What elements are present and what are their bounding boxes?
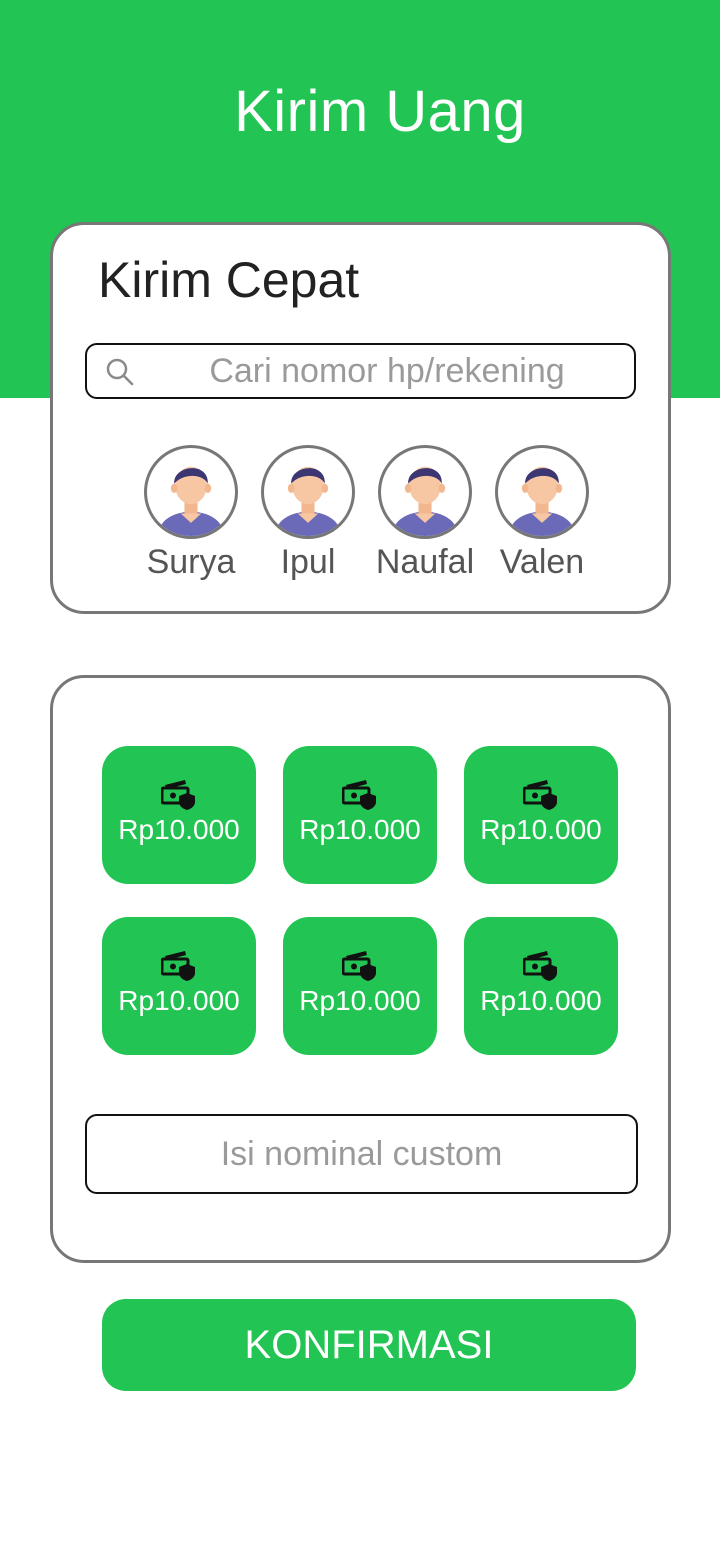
contact-valen[interactable]: Valen <box>482 445 602 582</box>
search-icon <box>106 358 134 386</box>
search-box[interactable] <box>85 343 636 399</box>
contact-name: Ipul <box>280 543 336 581</box>
amount-label: Rp10.000 <box>480 814 602 845</box>
avatar-icon <box>495 445 589 539</box>
contact-surya[interactable]: Surya <box>131 445 251 582</box>
custom-amount-input[interactable] <box>87 1116 636 1192</box>
money-shield-icon <box>161 780 195 810</box>
quick-send-title: Kirim Cepat <box>98 252 360 308</box>
amount-card: Rp10.000 Rp10.000 Rp10.000 Rp10.000 Rp10… <box>50 675 671 1263</box>
amount-option-button[interactable]: Rp10.000 <box>464 917 618 1055</box>
custom-amount-box[interactable] <box>85 1114 638 1194</box>
money-shield-icon <box>161 951 195 981</box>
amount-label: Rp10.000 <box>299 985 421 1016</box>
money-shield-icon <box>342 780 376 810</box>
amount-option-button[interactable]: Rp10.000 <box>283 917 437 1055</box>
money-shield-icon <box>523 951 557 981</box>
amount-label: Rp10.000 <box>118 814 240 845</box>
money-shield-icon <box>523 780 557 810</box>
avatar-icon <box>378 445 472 539</box>
confirm-button[interactable]: KONFIRMASI <box>102 1299 636 1391</box>
page-title: Kirim Uang <box>234 79 526 144</box>
contact-name: Naufal <box>375 543 475 581</box>
amount-option-button[interactable]: Rp10.000 <box>102 746 256 884</box>
amount-label: Rp10.000 <box>118 985 240 1016</box>
contact-name: Surya <box>146 543 236 581</box>
amount-label: Rp10.000 <box>299 814 421 845</box>
amount-label: Rp10.000 <box>480 985 602 1016</box>
amount-option-button[interactable]: Rp10.000 <box>283 746 437 884</box>
avatar-icon <box>261 445 355 539</box>
amount-option-button[interactable]: Rp10.000 <box>464 746 618 884</box>
avatar-icon <box>144 445 238 539</box>
amount-option-button[interactable]: Rp10.000 <box>102 917 256 1055</box>
contact-name: Valen <box>499 543 585 581</box>
quick-send-card: Kirim Cepat Surya <box>50 222 671 614</box>
contact-ipul[interactable]: Ipul <box>248 445 368 582</box>
contact-naufal[interactable]: Naufal <box>365 445 485 582</box>
money-shield-icon <box>342 951 376 981</box>
search-input[interactable] <box>147 345 627 397</box>
